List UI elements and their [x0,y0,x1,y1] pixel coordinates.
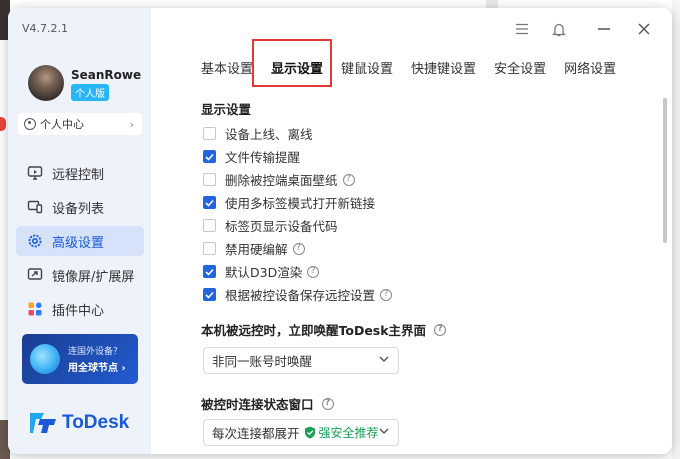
wake-mode-select[interactable]: 非同一账号时唤醒 [203,347,399,374]
option-label: 标签页显示设备代码 [225,219,338,234]
sidebar-item-label: 镜像屏/扩展屏 [52,269,135,285]
sidebar-item-label: 高级设置 [52,235,105,251]
chevron-down-icon [378,425,390,440]
close-icon[interactable] [635,20,653,38]
globe-icon [30,344,60,374]
wake-section-title: 本机被远控时，立即唤醒ToDesk主界面 ? [201,320,447,339]
option-label: 根据被控设备保存远控设置 [225,288,376,303]
option-default-d3d-render[interactable]: 默认D3D渲染 ? [203,262,320,281]
checkbox-checked[interactable] [203,196,216,209]
option-remove-wallpaper[interactable]: 删除被控端桌面壁纸 ? [203,170,355,189]
status-window-section-title-text: 被控时连接状态窗口 [201,397,314,412]
checkbox-checked[interactable] [203,150,216,163]
checkbox[interactable] [203,242,216,255]
sidebar-item-label: 设备列表 [52,201,105,217]
sidebar-item-plugins[interactable]: 插件中心 [16,294,144,324]
remote-control-icon [26,164,44,182]
help-icon[interactable]: ? [434,323,447,336]
option-label: 禁用硬编解 [225,242,288,257]
option-tab-show-device-code[interactable]: 标签页显示设备代码 [203,216,338,235]
help-icon[interactable]: ? [321,397,334,410]
settings-icon [26,232,44,250]
tab-keyboard-mouse[interactable]: 键鼠设置 [341,58,393,77]
device-list-icon [26,198,44,216]
sidebar-item-mirror-screen[interactable]: 镜像屏/扩展屏 [16,260,144,290]
chevron-down-icon [378,353,390,368]
settings-panel: 基本设置 显示设置 键鼠设置 快捷键设置 安全设置 网络设置 显示设置 设备上线… [151,8,672,454]
security-recommend-tag: 强安全推荐 [304,424,379,441]
status-window-value: 每次连接都展开 [212,426,300,441]
promo-line-2: 用全球节点 › [68,363,126,374]
option-file-transfer-reminder[interactable]: 文件传输提醒 [203,147,300,166]
option-label: 设备上线、离线 [225,127,313,142]
recommend-label: 强安全推荐 [318,426,379,440]
account-type-badge: 个人版 [71,84,109,101]
checkbox[interactable] [203,173,216,186]
promo-line-1: 连国外设备？ [68,347,123,357]
option-multi-tab-mode[interactable]: 使用多标签模式打开新链接 [203,193,375,212]
option-label: 默认D3D渲染 [225,265,303,280]
tab-shortcuts[interactable]: 快捷键设置 [411,58,476,77]
personal-center-label: 个人中心 [40,118,84,131]
minimize-icon[interactable] [595,20,613,38]
user-icon [24,118,36,130]
plugin-icon [26,300,44,318]
option-disable-hardware-codec[interactable]: 禁用硬编解 ? [203,239,305,258]
option-save-remote-settings[interactable]: 根据被控设备保存远控设置 ? [203,285,393,304]
logo-text: ToDesk [62,412,130,433]
app-version: V4.7.2.1 [22,22,69,35]
sidebar-item-advanced-settings[interactable]: 高级设置 [16,226,144,256]
help-icon[interactable]: ? [292,242,305,255]
tab-network[interactable]: 网络设置 [564,58,616,77]
mirror-screen-icon [26,266,44,284]
chevron-right-icon: › [129,117,134,131]
global-node-promo-banner[interactable]: 连国外设备？ 用全球节点 › [22,334,138,384]
help-icon[interactable]: ? [342,173,355,186]
shield-check-icon [304,426,315,439]
menu-icon[interactable] [513,20,531,38]
username: SeanRowe [71,68,142,82]
display-settings-title: 显示设置 [201,102,252,117]
wake-mode-value: 非同一账号时唤醒 [212,354,313,369]
sidebar-item-remote-control[interactable]: 远程控制 [16,158,144,188]
option-device-online-offline[interactable]: 设备上线、离线 [203,124,313,143]
vertical-scrollbar[interactable] [663,98,667,243]
todesk-logo: ToDesk [30,412,129,434]
checkbox[interactable] [203,127,216,140]
avatar[interactable] [28,65,64,101]
option-label: 使用多标签模式打开新链接 [225,196,376,211]
notification-bell-icon[interactable] [550,20,568,38]
personal-center-button[interactable]: 个人中心 › [18,113,142,135]
checkbox-checked[interactable] [203,288,216,301]
sidebar: V4.7.2.1 SeanRowe 个人版 个人中心 › 远程控制 设备列表 高… [8,8,151,454]
tab-security[interactable]: 安全设置 [494,58,546,77]
status-window-section-title: 被控时连接状态窗口 ? [201,394,334,413]
help-icon[interactable]: ? [307,265,320,278]
checkbox[interactable] [203,219,216,232]
active-tab-highlight-box [252,39,332,87]
help-icon[interactable]: ? [380,288,393,301]
option-label: 删除被控端桌面壁纸 [225,173,338,188]
sidebar-item-label: 远程控制 [52,167,105,183]
sidebar-item-label: 插件中心 [52,303,105,319]
wake-section-title-text: 本机被远控时，立即唤醒ToDesk主界面 [201,323,427,338]
sidebar-item-device-list[interactable]: 设备列表 [16,192,144,222]
status-window-select[interactable]: 每次连接都展开 强安全推荐 [203,419,399,446]
settings-window: V4.7.2.1 SeanRowe 个人版 个人中心 › 远程控制 设备列表 高… [8,8,672,454]
background-right [672,0,680,459]
checkbox-checked[interactable] [203,265,216,278]
tab-basic[interactable]: 基本设置 [201,58,253,77]
option-label: 文件传输提醒 [225,150,301,165]
todesk-logo-icon [30,413,56,433]
